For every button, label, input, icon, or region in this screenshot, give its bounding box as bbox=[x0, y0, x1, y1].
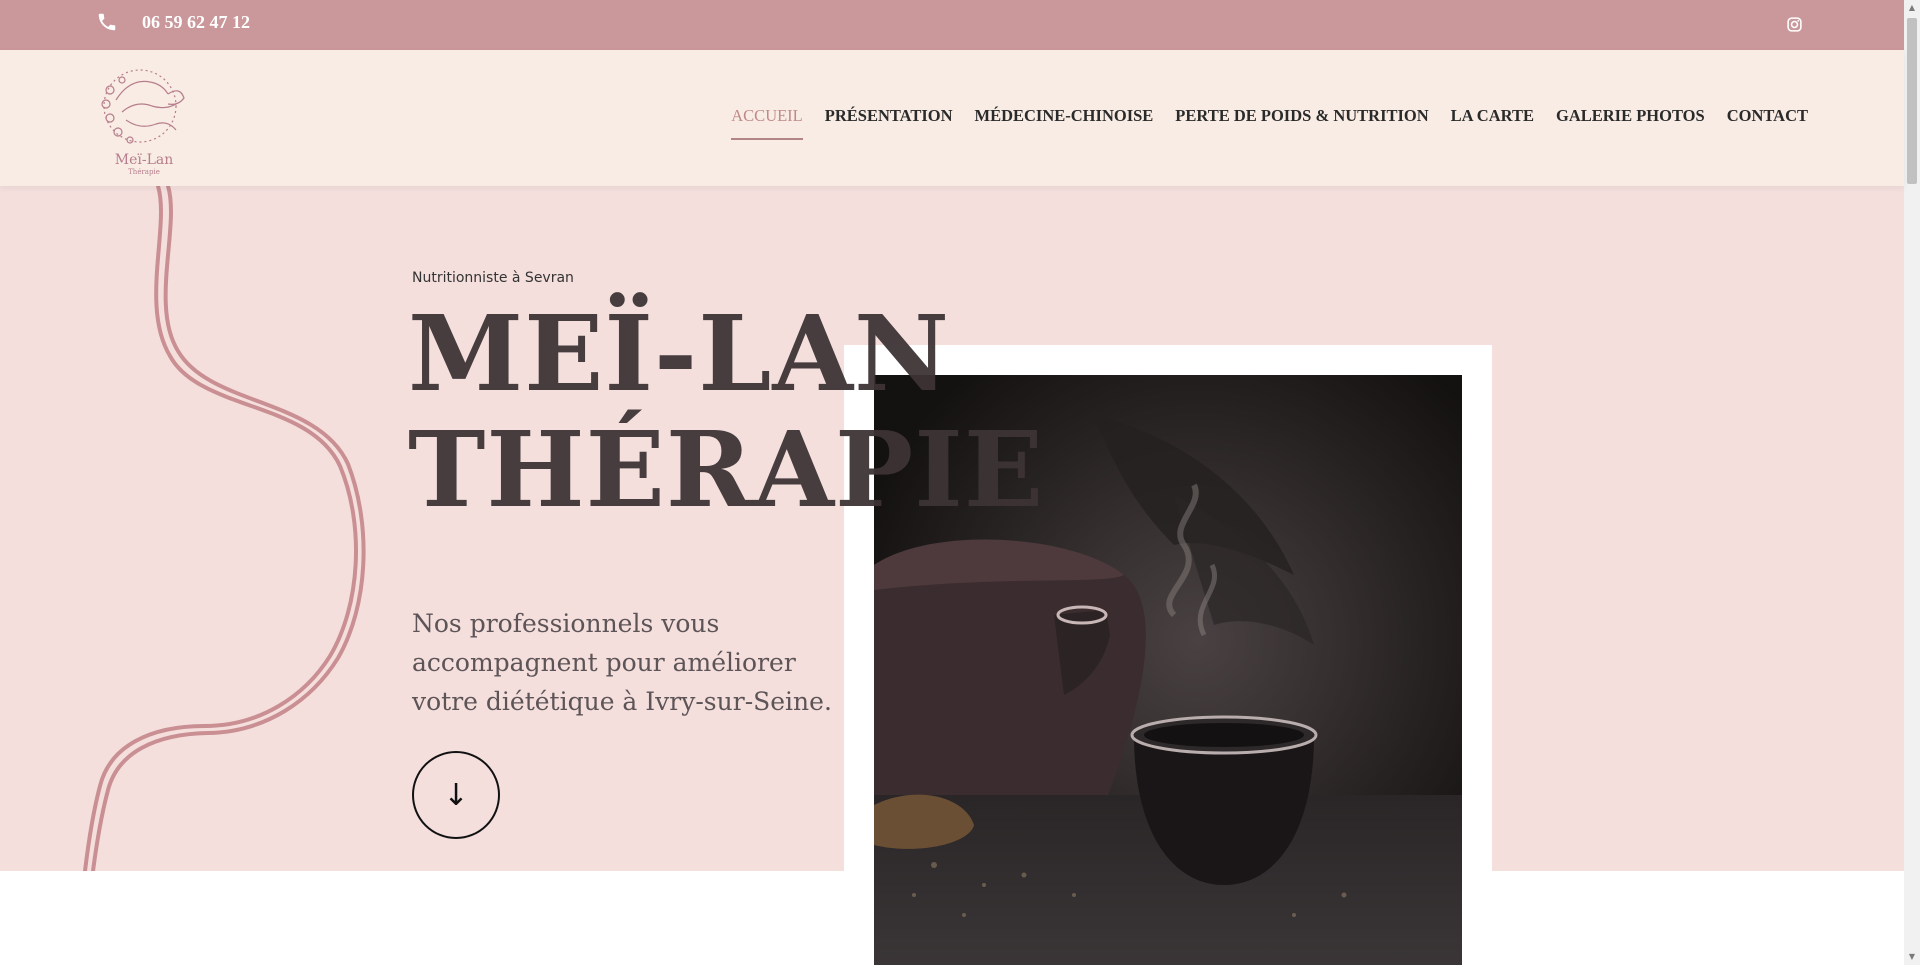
phone-contact[interactable]: 06 59 62 47 12 bbox=[96, 11, 250, 33]
instagram-icon[interactable] bbox=[1786, 16, 1803, 33]
hero-title-line-1: MEÏ-LAN bbox=[408, 292, 951, 415]
scrollbar-thumb[interactable] bbox=[1907, 18, 1917, 184]
page-scrollbar[interactable]: ▲ ▼ bbox=[1904, 0, 1920, 965]
hero-lead: Nos professionnels vous accompagnent pou… bbox=[412, 609, 832, 716]
top-bar: 06 59 62 47 12 bbox=[0, 0, 1904, 50]
main-nav: ACCUEIL PRÉSENTATION MÉDECINE-CHINOISE P… bbox=[731, 106, 1808, 140]
svg-text:Meï-Lan: Meï-Lan bbox=[115, 152, 174, 168]
nav-accueil[interactable]: ACCUEIL bbox=[731, 106, 803, 140]
site-logo[interactable]: Meï-Lan Thérapie bbox=[96, 60, 192, 178]
phone-icon bbox=[98, 13, 116, 31]
svg-text:Thérapie: Thérapie bbox=[128, 168, 160, 176]
nav-perte-de-poids[interactable]: PERTE DE POIDS & NUTRITION bbox=[1175, 106, 1428, 140]
hero-title-line-2: THÉRAPIE bbox=[408, 408, 1045, 531]
decorative-squiggle bbox=[83, 186, 366, 871]
nav-medecine-chinoise[interactable]: MÉDECINE-CHINOISE bbox=[975, 106, 1154, 140]
scroll-down-arrow-icon[interactable]: ▼ bbox=[1904, 949, 1920, 965]
hero-title: MEÏ-LAN THÉRAPIE bbox=[408, 296, 1044, 528]
hero-subtitle: Nutritionniste à Sevran bbox=[412, 270, 574, 286]
nav-galerie-photos[interactable]: GALERIE PHOTOS bbox=[1556, 106, 1705, 140]
nav-contact[interactable]: CONTACT bbox=[1727, 106, 1808, 140]
nav-la-carte[interactable]: LA CARTE bbox=[1451, 106, 1534, 140]
phone-number[interactable]: 06 59 62 47 12 bbox=[142, 12, 250, 33]
nav-presentation[interactable]: PRÉSENTATION bbox=[825, 106, 953, 140]
arrow-down-icon: ↓ bbox=[443, 777, 469, 813]
scroll-up-arrow-icon[interactable]: ▲ bbox=[1904, 0, 1920, 16]
scroll-down-button[interactable]: ↓ bbox=[412, 751, 500, 839]
main-header: Meï-Lan Thérapie ACCUEIL PRÉSENTATION MÉ… bbox=[0, 50, 1904, 186]
